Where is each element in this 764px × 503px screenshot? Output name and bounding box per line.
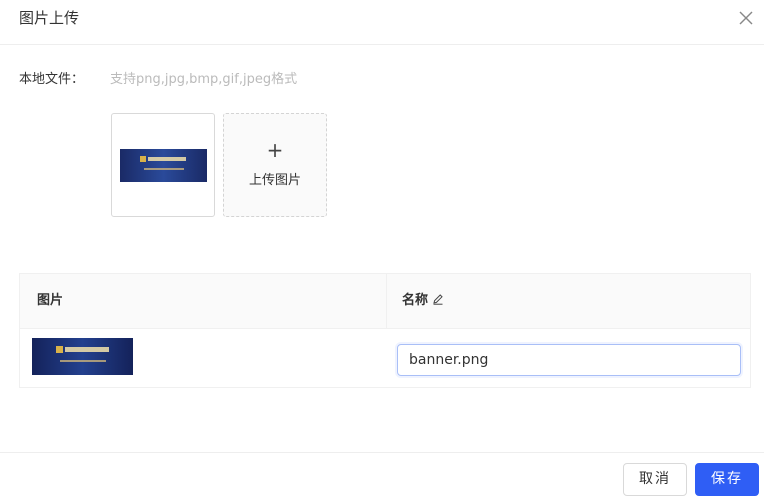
dialog-footer: 取消 保存 [0, 452, 764, 503]
upload-image-label: 上传图片 [248, 173, 301, 188]
edit-icon [433, 294, 443, 305]
cancel-button[interactable]: 取消 [623, 463, 687, 496]
column-header-name: 名称 [402, 292, 444, 310]
close-button[interactable] [736, 8, 756, 28]
save-button[interactable]: 保存 [695, 463, 759, 496]
table-row [20, 330, 750, 388]
plus-icon: + [266, 138, 284, 162]
image-table: 图片 名称 [19, 273, 751, 388]
local-file-label: 本地文件： [19, 72, 85, 87]
column-header-name-label: 名称 [402, 293, 429, 308]
dialog-header: 图片上传 [0, 0, 764, 45]
column-divider [386, 274, 387, 329]
close-icon [739, 11, 753, 25]
image-upload-dialog: 图片上传 本地文件： 支持png,jpg,bmp,gif,jpeg格式 + 上传… [0, 0, 764, 503]
upload-image-button[interactable]: + 上传图片 [223, 113, 327, 217]
file-format-hint: 支持png,jpg,bmp,gif,jpeg格式 [110, 72, 298, 87]
dialog-title: 图片上传 [19, 9, 80, 27]
uploaded-image-thumbnail[interactable] [111, 113, 215, 217]
image-name-input[interactable] [397, 344, 741, 376]
banner-preview-image [120, 149, 207, 182]
table-header: 图片 名称 [20, 274, 750, 329]
banner-row-image [32, 338, 133, 375]
column-header-image: 图片 [37, 293, 64, 308]
